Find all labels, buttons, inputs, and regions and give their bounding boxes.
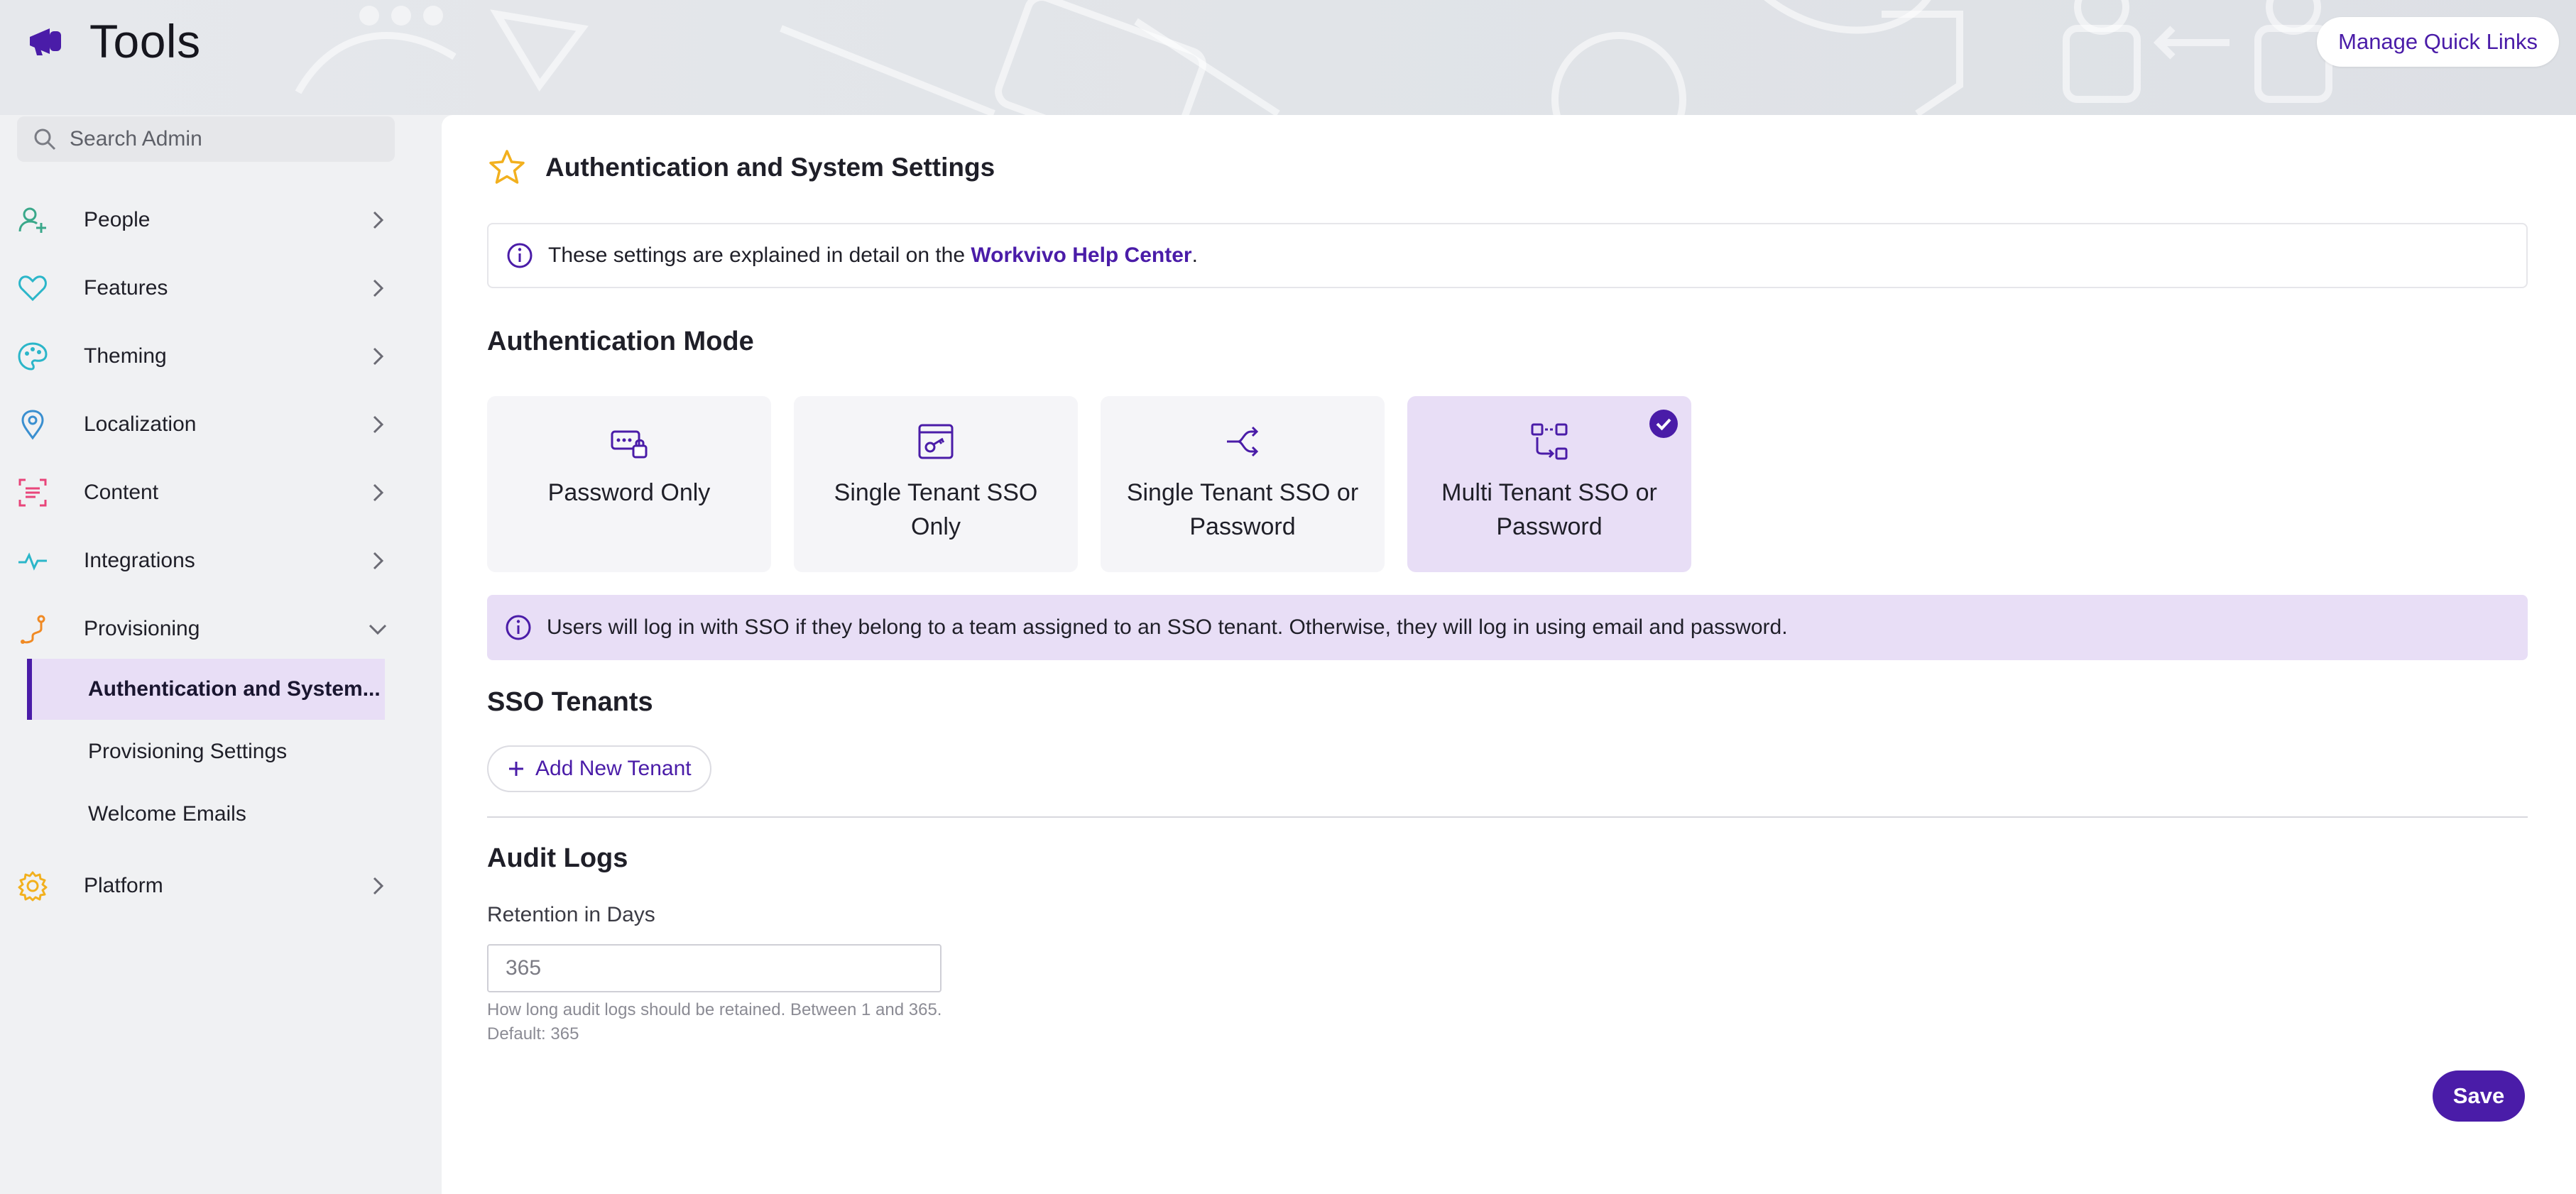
page-header: Authentication and System Settings bbox=[487, 148, 995, 187]
heart-icon bbox=[18, 275, 47, 302]
search-input[interactable] bbox=[70, 127, 382, 151]
sidebar-subitem-provisioning-settings[interactable]: Provisioning Settings bbox=[27, 721, 385, 782]
sidebar-item-label: People bbox=[84, 208, 151, 231]
save-button[interactable]: Save bbox=[2433, 1070, 2525, 1122]
retention-default-line: Default: 365 bbox=[487, 1024, 579, 1044]
section-divider bbox=[487, 816, 2528, 818]
sidebar-subitem-authentication[interactable]: Authentication and System... bbox=[27, 659, 385, 720]
content-scan-icon bbox=[18, 478, 47, 507]
sso-tenants-title: SSO Tenants bbox=[487, 687, 653, 717]
sidebar-item-features[interactable]: Features bbox=[0, 254, 398, 322]
help-center-link[interactable]: Workvivo Help Center bbox=[971, 243, 1191, 267]
password-lock-icon bbox=[611, 430, 648, 459]
mode-multi-tenant-sso-or-password[interactable]: Multi Tenant SSO or Password bbox=[1407, 396, 1691, 572]
mode-notice-text: Users will log in with SSO if they belon… bbox=[547, 615, 1788, 639]
sidebar-item-provisioning[interactable]: Provisioning bbox=[0, 595, 398, 663]
sidebar-item-label: Features bbox=[84, 276, 168, 300]
star-icon[interactable] bbox=[487, 148, 527, 187]
sidebar-subitem-welcome-emails[interactable]: Welcome Emails bbox=[27, 784, 385, 845]
mode-single-tenant-sso-only[interactable]: Single Tenant SSO Only bbox=[794, 396, 1078, 572]
plus-icon bbox=[509, 762, 523, 776]
help-center-info: These settings are explained in detail o… bbox=[487, 223, 2528, 288]
header-banner bbox=[0, 0, 2576, 115]
chevron-right-icon bbox=[373, 279, 384, 297]
chevron-right-icon bbox=[373, 877, 384, 895]
app-title: Tools bbox=[26, 13, 201, 70]
check-circle-icon bbox=[1649, 410, 1678, 438]
multi-tenant-icon bbox=[1531, 423, 1568, 460]
add-new-tenant-button[interactable]: Add New Tenant bbox=[487, 745, 711, 792]
authentication-mode-title: Authentication Mode bbox=[487, 327, 754, 356]
split-arrow-icon bbox=[1227, 426, 1259, 457]
megaphone-logo-icon bbox=[30, 28, 61, 55]
chevron-down-icon bbox=[369, 624, 387, 635]
info-icon bbox=[507, 243, 533, 268]
sidebar-item-label: Localization bbox=[84, 412, 197, 436]
retention-days-input[interactable] bbox=[487, 944, 942, 992]
mode-label: Single Tenant SSO Only bbox=[834, 479, 1038, 540]
add-new-tenant-label: Add New Tenant bbox=[535, 757, 692, 780]
chevron-right-icon bbox=[373, 347, 384, 366]
location-pin-icon bbox=[21, 410, 44, 440]
sidebar-item-content[interactable]: Content bbox=[0, 459, 398, 527]
sidebar-item-label: Provisioning bbox=[84, 617, 200, 640]
audit-logs-title: Audit Logs bbox=[487, 843, 628, 873]
mode-single-tenant-sso-or-password[interactable]: Single Tenant SSO or Password bbox=[1101, 396, 1385, 572]
main-panel: Authentication and System Settings These… bbox=[442, 115, 2576, 1194]
search-icon bbox=[34, 128, 56, 150]
search-admin[interactable] bbox=[17, 116, 395, 162]
palette-icon bbox=[18, 342, 48, 371]
pulse-icon bbox=[18, 552, 47, 571]
sidebar-item-label: Integrations bbox=[84, 549, 195, 572]
retention-label: Retention in Days bbox=[487, 903, 655, 926]
sidebar-item-label: Platform bbox=[84, 874, 163, 897]
sidebar-item-localization[interactable]: Localization bbox=[0, 390, 398, 459]
sidebar-item-label: Content bbox=[84, 481, 159, 504]
sidebar-item-platform[interactable]: Platform bbox=[0, 852, 398, 920]
sso-window-icon bbox=[918, 424, 954, 459]
person-add-icon bbox=[18, 207, 46, 233]
chevron-right-icon bbox=[373, 483, 384, 502]
sidebar-item-label: Theming bbox=[84, 344, 167, 368]
app-title-text: Tools bbox=[89, 15, 201, 67]
info-text: These settings are explained in detail o… bbox=[548, 243, 1198, 267]
page-title: Authentication and System Settings bbox=[545, 153, 995, 182]
mode-label: Single Tenant SSO or Password bbox=[1126, 479, 1359, 540]
mode-notice: Users will log in with SSO if they belon… bbox=[487, 595, 2528, 660]
chevron-right-icon bbox=[373, 415, 384, 434]
manage-quick-links-button[interactable]: Manage Quick Links bbox=[2317, 17, 2559, 67]
mode-label: Password Only bbox=[547, 479, 711, 506]
chevron-right-icon bbox=[373, 552, 384, 570]
route-icon bbox=[21, 615, 45, 644]
sidebar-item-people[interactable]: People bbox=[0, 186, 398, 254]
header-decoration bbox=[295, 0, 2332, 115]
sidebar-item-theming[interactable]: Theming bbox=[0, 322, 398, 390]
chevron-right-icon bbox=[373, 211, 384, 229]
mode-label: Multi Tenant SSO or Password bbox=[1441, 479, 1657, 540]
retention-help-line: How long audit logs should be retained. … bbox=[487, 1000, 942, 1019]
mode-password-only[interactable]: Password Only bbox=[487, 396, 771, 572]
sidebar-item-integrations[interactable]: Integrations bbox=[0, 527, 398, 595]
retention-help-text: How long audit logs should be retained. … bbox=[487, 998, 984, 1046]
gear-icon bbox=[18, 871, 48, 902]
info-icon bbox=[506, 615, 531, 640]
